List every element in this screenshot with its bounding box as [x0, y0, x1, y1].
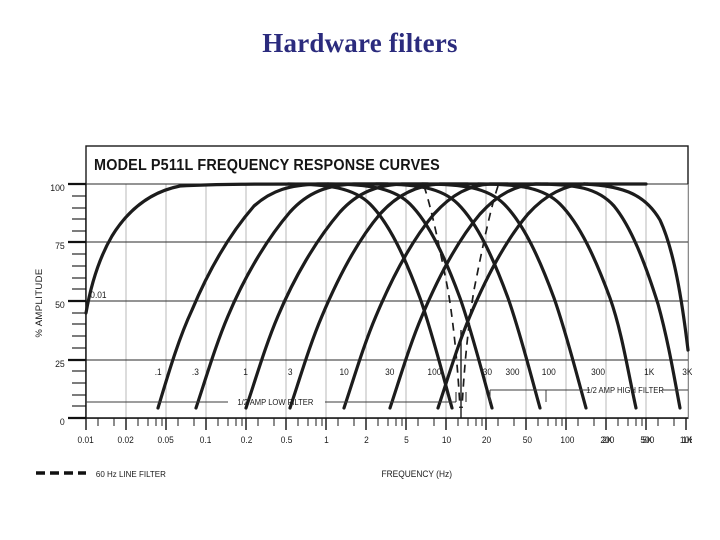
annotation-0p01: 0.01 — [90, 290, 106, 300]
x-tick-label: 0.2 — [241, 435, 253, 445]
y-tick-label: 25 — [55, 359, 65, 369]
x-axis-high-labels: 2K 5K 10K 20K — [602, 435, 692, 445]
x-tick-label: 100 — [560, 435, 574, 445]
x-tick-label: 2 — [364, 435, 369, 445]
x-tick-label: 10 — [442, 435, 451, 445]
y-axis-title: % AMPLITUDE — [34, 268, 45, 337]
low-corner-label: 1 — [243, 367, 248, 377]
high-corner-label: 300 — [506, 367, 520, 377]
page-title: Hardware filters — [262, 28, 458, 58]
low-corner-label: .1 — [155, 367, 162, 377]
x-tick-label: 5 — [404, 435, 409, 445]
x-tick-label: 20 — [482, 435, 491, 445]
x-tick-label: 0.05 — [157, 435, 173, 445]
y-tick-label: 0 — [60, 417, 65, 427]
high-corner-label: 3K — [682, 367, 692, 377]
frequency-response-chart: MODEL P511L FREQUENCY RESPONSE CURVES 10… — [28, 140, 692, 488]
chart-canvas: MODEL P511L FREQUENCY RESPONSE CURVES 10… — [34, 145, 692, 479]
slide: Hardware filters MODEL P511L FREQUENCY R… — [0, 0, 720, 540]
x-axis: 0.01 0.02 0.05 0.1 0.2 0.5 1 2 5 10 20 5… — [78, 417, 692, 445]
legend-60hz-line-filter: 60 Hz LINE FILTER — [36, 469, 166, 479]
chart-title: MODEL P511L FREQUENCY RESPONSE CURVES — [94, 157, 440, 175]
low-corner-label: 10 — [340, 367, 349, 377]
low-filter-group-label: 1/2 AMP LOW FILTER — [237, 398, 313, 407]
low-corner-label: 30 — [385, 367, 394, 377]
y-tick-label: 75 — [55, 241, 65, 251]
x-tick-label: 0.1 — [200, 435, 212, 445]
high-filter-group-label: 1/2 AMP HIGH FILTER — [586, 386, 664, 395]
x-axis-title: FREQUENCY (Hz) — [381, 469, 452, 479]
high-corner-label: 300 — [591, 367, 605, 377]
legend-label: 60 Hz LINE FILTER — [96, 469, 166, 479]
x-tick-label: 10K — [680, 435, 692, 445]
high-corner-label: 100 — [542, 367, 556, 377]
x-tick-label: 50 — [523, 435, 532, 445]
high-corner-label: 1K — [644, 367, 654, 377]
x-tick-label: 5K — [642, 435, 652, 445]
low-corner-label: .3 — [192, 367, 199, 377]
x-tick-label: 2K — [602, 435, 612, 445]
x-tick-label: 0.01 — [78, 435, 94, 445]
low-corner-label: 3 — [288, 367, 293, 377]
low-corner-label: 100 — [427, 367, 441, 377]
y-tick-label: 100 — [50, 183, 65, 193]
x-tick-label: 1 — [324, 435, 329, 445]
y-axis: 100 75 50 25 0 % AMPLITUDE — [34, 183, 87, 427]
x-tick-label: 0.5 — [281, 435, 293, 445]
x-tick-label: 0.02 — [118, 435, 134, 445]
high-corner-label: 30 — [483, 367, 492, 377]
y-tick-label: 50 — [55, 300, 65, 310]
